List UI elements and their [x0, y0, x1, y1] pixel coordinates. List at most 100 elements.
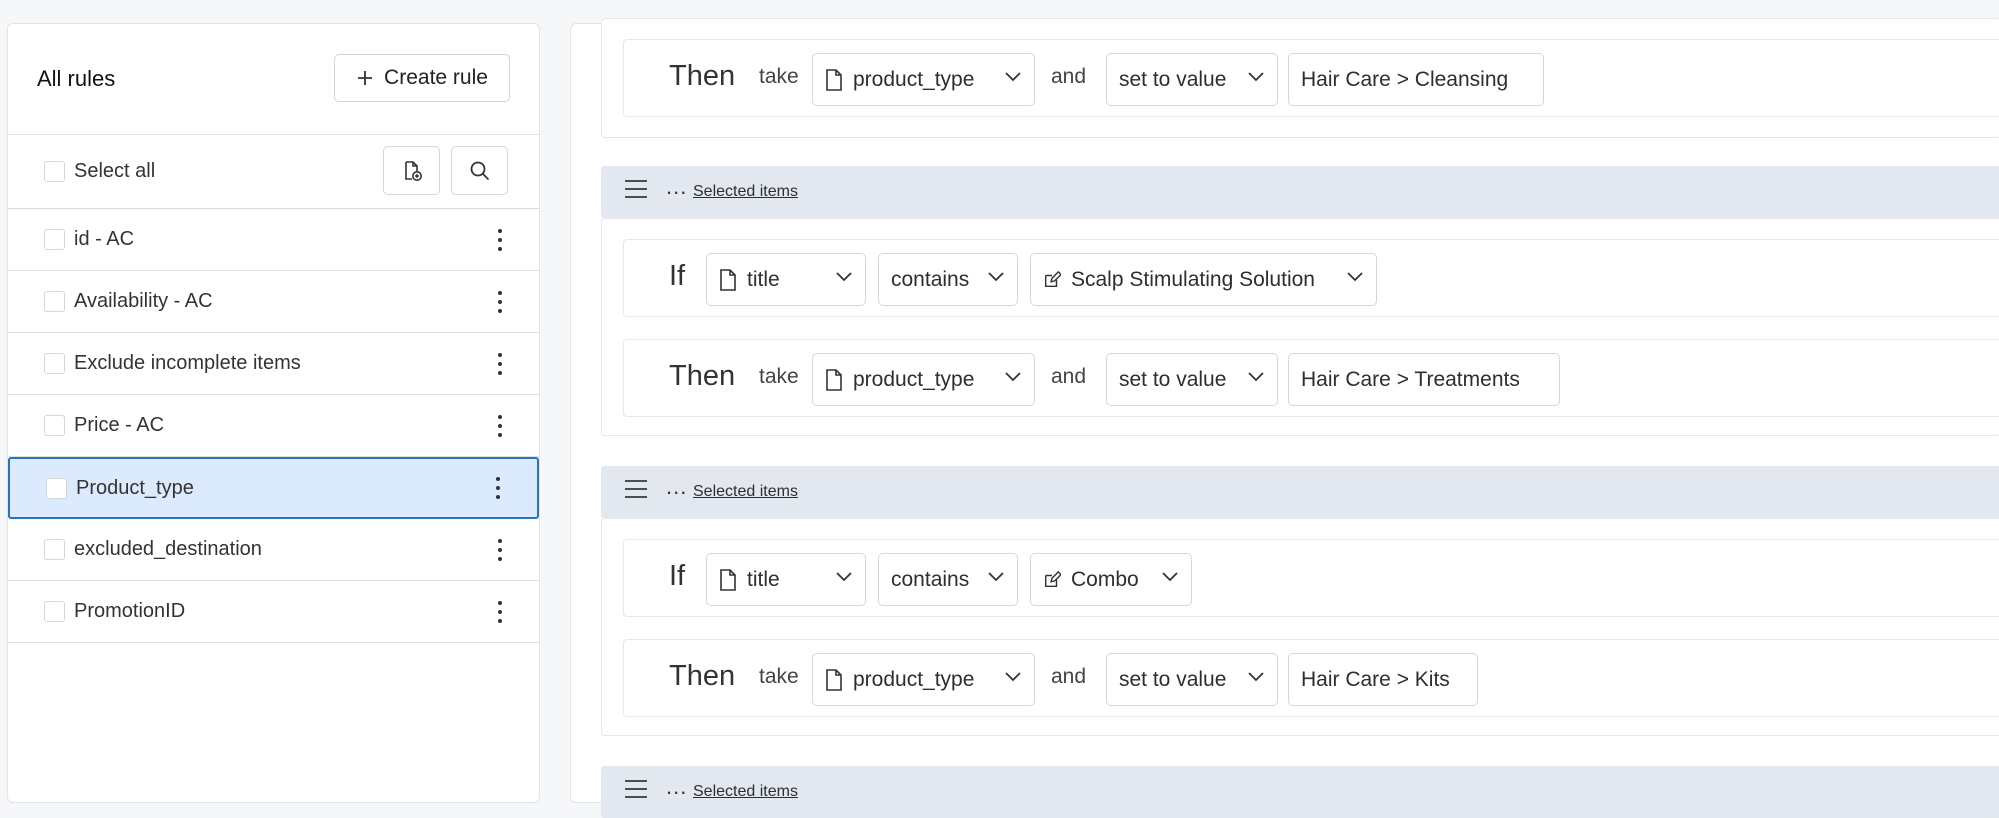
rule-checkbox[interactable]: [44, 229, 65, 250]
take-label: take: [759, 365, 799, 388]
rule-checkbox[interactable]: [44, 353, 65, 374]
more-dots[interactable]: ...: [666, 774, 687, 800]
action-select[interactable]: set to value: [1106, 53, 1278, 106]
action-value: set to value: [1119, 67, 1227, 91]
chevron-down-icon: [1248, 372, 1264, 382]
rule-item[interactable]: id - AC: [8, 209, 539, 271]
rule-item-selected[interactable]: Product_type: [8, 457, 539, 519]
rule-list: id - AC Availability - AC Exclude incomp…: [8, 209, 539, 643]
chevron-down-icon: [1347, 272, 1363, 282]
field-value: product_type: [853, 67, 975, 91]
then-keyword: Then: [669, 360, 736, 392]
if-row: If title contains Scalp Stimulating Solu…: [623, 239, 1999, 317]
then-keyword: Then: [669, 660, 736, 692]
search-icon: [470, 161, 489, 180]
rule-label: excluded_destination: [74, 538, 262, 560]
value-input[interactable]: Hair Care > Cleansing: [1288, 53, 1544, 106]
then-row: Then take product_type and set to value …: [623, 39, 1999, 117]
selected-items-link[interactable]: Selected items: [693, 483, 798, 501]
rule-label: id - AC: [74, 228, 135, 250]
if-keyword: If: [669, 560, 686, 592]
group-header: ... Selected items: [601, 166, 1999, 218]
create-rule-label: Create rule: [384, 66, 488, 89]
value-input[interactable]: Hair Care > Kits: [1288, 653, 1478, 706]
field-value: product_type: [853, 367, 975, 391]
file-icon: [720, 268, 736, 291]
kebab-menu-icon[interactable]: [497, 600, 503, 623]
drag-handle-icon[interactable]: [625, 480, 647, 498]
more-dots[interactable]: ...: [666, 174, 687, 200]
drag-handle-icon[interactable]: [625, 780, 647, 798]
rule-item[interactable]: Exclude incomplete items: [8, 333, 539, 395]
action-value: set to value: [1119, 367, 1227, 391]
rule-item[interactable]: excluded_destination: [8, 519, 539, 581]
field-value: product_type: [853, 667, 975, 691]
value-input[interactable]: Hair Care > Treatments: [1288, 353, 1560, 406]
rules-sidebar: All rules Create rule Select all id - AC…: [7, 23, 540, 803]
sidebar-toolbar: Select all: [8, 134, 539, 209]
if-row: If title contains Combo: [623, 539, 1999, 617]
rule-label: PromotionID: [74, 600, 186, 622]
if-keyword: If: [669, 260, 686, 292]
rule-label: Exclude incomplete items: [74, 352, 301, 374]
rule-checkbox[interactable]: [46, 477, 67, 499]
chevron-down-icon: [988, 572, 1004, 582]
select-all-checkbox[interactable]: [44, 161, 65, 182]
value-text: Hair Care > Cleansing: [1301, 67, 1509, 91]
value-text: Hair Care > Kits: [1301, 667, 1450, 691]
selected-items-link[interactable]: Selected items: [693, 183, 798, 201]
plus-icon: [358, 71, 373, 85]
rule-checkbox[interactable]: [44, 291, 65, 312]
field-select[interactable]: title: [706, 553, 866, 606]
and-label: and: [1051, 365, 1087, 388]
kebab-menu-icon[interactable]: [497, 538, 503, 561]
rule-item[interactable]: Availability - AC: [8, 271, 539, 333]
operator-select[interactable]: contains: [878, 553, 1018, 606]
then-row: Then take product_type and set to value …: [623, 639, 1999, 717]
rule-checkbox[interactable]: [44, 415, 65, 436]
and-label: and: [1051, 65, 1087, 88]
drag-handle-icon[interactable]: [625, 180, 647, 198]
operator-value: contains: [891, 567, 970, 591]
then-row: Then take product_type and set to value …: [623, 339, 1999, 417]
more-dots[interactable]: ...: [666, 474, 687, 500]
chevron-down-icon: [1248, 72, 1264, 82]
take-label: take: [759, 665, 799, 688]
action-select[interactable]: set to value: [1106, 353, 1278, 406]
field-select[interactable]: title: [706, 253, 866, 306]
select-all-label: Select all: [74, 160, 156, 182]
operator-select[interactable]: contains: [878, 253, 1018, 306]
kebab-menu-icon[interactable]: [497, 352, 503, 375]
condition-value-select[interactable]: Combo: [1030, 553, 1192, 606]
search-button[interactable]: [451, 146, 508, 195]
chevron-down-icon: [1162, 572, 1178, 582]
chevron-down-icon: [1005, 672, 1021, 682]
file-icon: [826, 668, 842, 691]
add-file-button[interactable]: [383, 146, 440, 195]
kebab-menu-icon[interactable]: [497, 228, 503, 251]
chevron-down-icon: [1005, 372, 1021, 382]
create-rule-button[interactable]: Create rule: [334, 54, 510, 102]
selected-items-link[interactable]: Selected items: [693, 783, 798, 801]
kebab-menu-icon[interactable]: [497, 290, 503, 313]
chevron-down-icon: [836, 272, 852, 282]
rule-item[interactable]: PromotionID: [8, 581, 539, 643]
select-all[interactable]: Select all: [44, 160, 155, 183]
condition-value-select[interactable]: Scalp Stimulating Solution: [1030, 253, 1377, 306]
rule-checkbox[interactable]: [44, 601, 65, 622]
action-select[interactable]: set to value: [1106, 653, 1278, 706]
rule-item[interactable]: Price - AC: [8, 395, 539, 457]
condition-value: Scalp Stimulating Solution: [1071, 267, 1315, 291]
file-icon: [826, 368, 842, 391]
field-select[interactable]: product_type: [812, 53, 1035, 106]
operator-value: contains: [891, 267, 970, 291]
kebab-menu-icon[interactable]: [497, 414, 503, 437]
rule-checkbox[interactable]: [44, 539, 65, 560]
field-select[interactable]: product_type: [812, 653, 1035, 706]
kebab-menu-icon[interactable]: [495, 477, 501, 499]
sidebar-header: All rules Create rule: [8, 24, 539, 135]
field-value: title: [747, 267, 780, 291]
file-add-icon: [404, 160, 422, 181]
field-select[interactable]: product_type: [812, 353, 1035, 406]
group-header: ... Selected items: [601, 466, 1999, 518]
